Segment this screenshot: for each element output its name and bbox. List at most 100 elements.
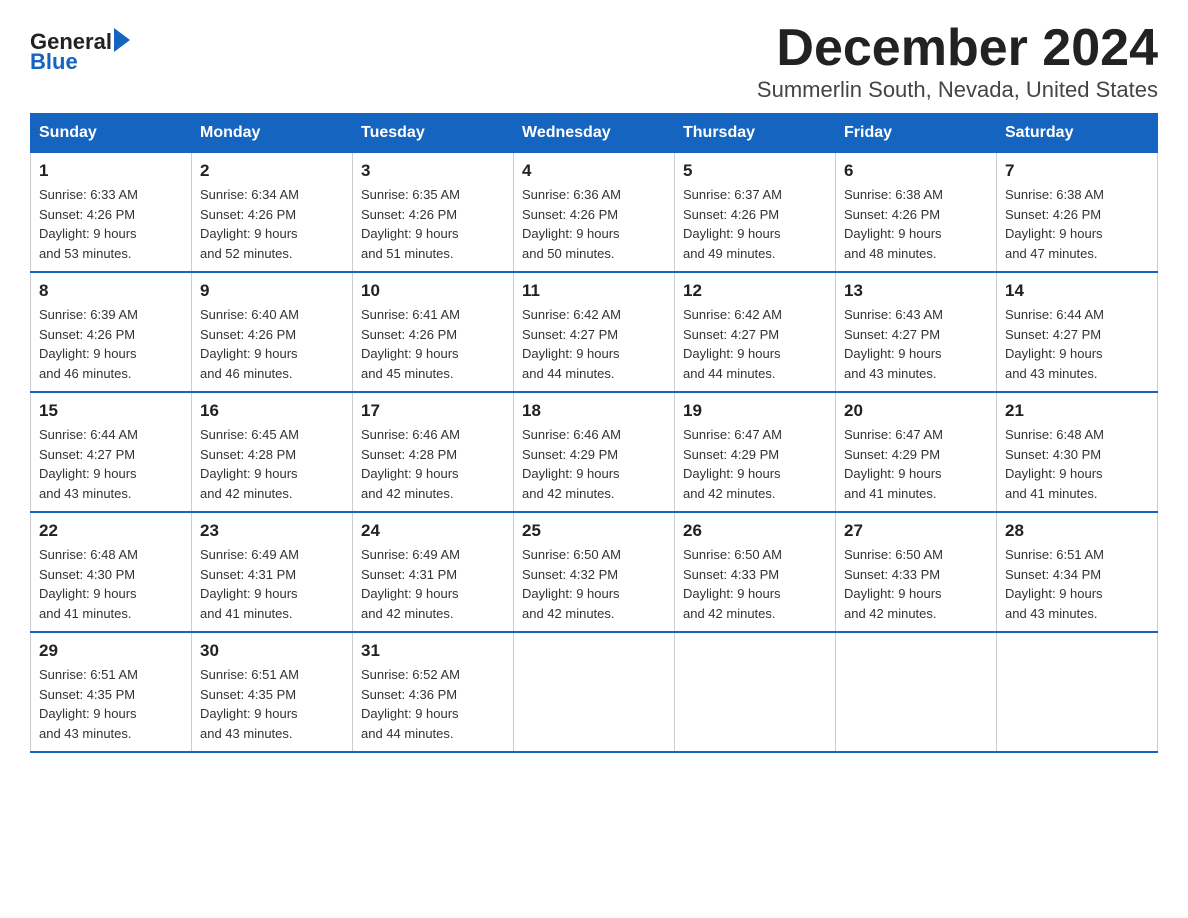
weekday-header-wednesday: Wednesday xyxy=(514,114,675,153)
day-number: 17 xyxy=(361,401,505,421)
weekday-header-thursday: Thursday xyxy=(675,114,836,153)
day-info: Sunrise: 6:35 AMSunset: 4:26 PMDaylight:… xyxy=(361,187,460,261)
weekday-header-friday: Friday xyxy=(836,114,997,153)
day-number: 21 xyxy=(1005,401,1149,421)
day-number: 22 xyxy=(39,521,183,541)
calendar-cell: 5 Sunrise: 6:37 AMSunset: 4:26 PMDayligh… xyxy=(675,153,836,273)
day-info: Sunrise: 6:50 AMSunset: 4:33 PMDaylight:… xyxy=(683,547,782,621)
calendar-cell: 24 Sunrise: 6:49 AMSunset: 4:31 PMDaylig… xyxy=(353,512,514,632)
day-number: 11 xyxy=(522,281,666,301)
day-number: 3 xyxy=(361,161,505,181)
calendar-week-3: 15 Sunrise: 6:44 AMSunset: 4:27 PMDaylig… xyxy=(31,392,1158,512)
day-number: 20 xyxy=(844,401,988,421)
calendar-cell: 29 Sunrise: 6:51 AMSunset: 4:35 PMDaylig… xyxy=(31,632,192,752)
calendar-cell: 6 Sunrise: 6:38 AMSunset: 4:26 PMDayligh… xyxy=(836,153,997,273)
day-info: Sunrise: 6:50 AMSunset: 4:33 PMDaylight:… xyxy=(844,547,943,621)
day-info: Sunrise: 6:51 AMSunset: 4:34 PMDaylight:… xyxy=(1005,547,1104,621)
day-number: 24 xyxy=(361,521,505,541)
calendar-cell: 4 Sunrise: 6:36 AMSunset: 4:26 PMDayligh… xyxy=(514,153,675,273)
day-number: 7 xyxy=(1005,161,1149,181)
day-info: Sunrise: 6:45 AMSunset: 4:28 PMDaylight:… xyxy=(200,427,299,501)
weekday-header-tuesday: Tuesday xyxy=(353,114,514,153)
day-info: Sunrise: 6:44 AMSunset: 4:27 PMDaylight:… xyxy=(39,427,138,501)
day-info: Sunrise: 6:42 AMSunset: 4:27 PMDaylight:… xyxy=(522,307,621,381)
day-info: Sunrise: 6:47 AMSunset: 4:29 PMDaylight:… xyxy=(683,427,782,501)
day-number: 19 xyxy=(683,401,827,421)
day-number: 2 xyxy=(200,161,344,181)
day-number: 8 xyxy=(39,281,183,301)
title-block: December 2024 Summerlin South, Nevada, U… xyxy=(757,20,1158,103)
logo-blue: Blue xyxy=(30,50,78,74)
day-info: Sunrise: 6:49 AMSunset: 4:31 PMDaylight:… xyxy=(361,547,460,621)
weekday-header-saturday: Saturday xyxy=(997,114,1158,153)
calendar-cell: 15 Sunrise: 6:44 AMSunset: 4:27 PMDaylig… xyxy=(31,392,192,512)
calendar-cell: 3 Sunrise: 6:35 AMSunset: 4:26 PMDayligh… xyxy=(353,153,514,273)
calendar-cell xyxy=(514,632,675,752)
calendar-cell xyxy=(997,632,1158,752)
calendar-cell xyxy=(836,632,997,752)
weekday-header-monday: Monday xyxy=(192,114,353,153)
calendar-cell: 12 Sunrise: 6:42 AMSunset: 4:27 PMDaylig… xyxy=(675,272,836,392)
day-info: Sunrise: 6:39 AMSunset: 4:26 PMDaylight:… xyxy=(39,307,138,381)
page-title: December 2024 xyxy=(757,20,1158,77)
day-info: Sunrise: 6:38 AMSunset: 4:26 PMDaylight:… xyxy=(844,187,943,261)
day-number: 27 xyxy=(844,521,988,541)
day-info: Sunrise: 6:34 AMSunset: 4:26 PMDaylight:… xyxy=(200,187,299,261)
calendar-cell: 17 Sunrise: 6:46 AMSunset: 4:28 PMDaylig… xyxy=(353,392,514,512)
day-number: 9 xyxy=(200,281,344,301)
calendar-week-4: 22 Sunrise: 6:48 AMSunset: 4:30 PMDaylig… xyxy=(31,512,1158,632)
calendar-week-1: 1 Sunrise: 6:33 AMSunset: 4:26 PMDayligh… xyxy=(31,153,1158,273)
calendar-cell: 30 Sunrise: 6:51 AMSunset: 4:35 PMDaylig… xyxy=(192,632,353,752)
day-number: 12 xyxy=(683,281,827,301)
day-number: 26 xyxy=(683,521,827,541)
day-number: 4 xyxy=(522,161,666,181)
day-number: 16 xyxy=(200,401,344,421)
calendar-cell xyxy=(675,632,836,752)
day-info: Sunrise: 6:47 AMSunset: 4:29 PMDaylight:… xyxy=(844,427,943,501)
day-info: Sunrise: 6:46 AMSunset: 4:28 PMDaylight:… xyxy=(361,427,460,501)
day-info: Sunrise: 6:43 AMSunset: 4:27 PMDaylight:… xyxy=(844,307,943,381)
calendar-cell: 2 Sunrise: 6:34 AMSunset: 4:26 PMDayligh… xyxy=(192,153,353,273)
calendar-cell: 18 Sunrise: 6:46 AMSunset: 4:29 PMDaylig… xyxy=(514,392,675,512)
calendar-cell: 11 Sunrise: 6:42 AMSunset: 4:27 PMDaylig… xyxy=(514,272,675,392)
logo: General Blue xyxy=(30,30,130,74)
calendar-header: SundayMondayTuesdayWednesdayThursdayFrid… xyxy=(31,114,1158,153)
day-number: 5 xyxy=(683,161,827,181)
day-info: Sunrise: 6:48 AMSunset: 4:30 PMDaylight:… xyxy=(1005,427,1104,501)
page-header: General Blue December 2024 Summerlin Sou… xyxy=(30,20,1158,103)
calendar-cell: 7 Sunrise: 6:38 AMSunset: 4:26 PMDayligh… xyxy=(997,153,1158,273)
day-info: Sunrise: 6:44 AMSunset: 4:27 PMDaylight:… xyxy=(1005,307,1104,381)
day-number: 31 xyxy=(361,641,505,661)
day-info: Sunrise: 6:37 AMSunset: 4:26 PMDaylight:… xyxy=(683,187,782,261)
day-number: 28 xyxy=(1005,521,1149,541)
day-info: Sunrise: 6:33 AMSunset: 4:26 PMDaylight:… xyxy=(39,187,138,261)
day-info: Sunrise: 6:40 AMSunset: 4:26 PMDaylight:… xyxy=(200,307,299,381)
calendar-cell: 31 Sunrise: 6:52 AMSunset: 4:36 PMDaylig… xyxy=(353,632,514,752)
calendar-cell: 1 Sunrise: 6:33 AMSunset: 4:26 PMDayligh… xyxy=(31,153,192,273)
calendar-cell: 13 Sunrise: 6:43 AMSunset: 4:27 PMDaylig… xyxy=(836,272,997,392)
day-number: 15 xyxy=(39,401,183,421)
day-number: 29 xyxy=(39,641,183,661)
day-number: 6 xyxy=(844,161,988,181)
day-info: Sunrise: 6:51 AMSunset: 4:35 PMDaylight:… xyxy=(200,667,299,741)
calendar-cell: 19 Sunrise: 6:47 AMSunset: 4:29 PMDaylig… xyxy=(675,392,836,512)
calendar-cell: 23 Sunrise: 6:49 AMSunset: 4:31 PMDaylig… xyxy=(192,512,353,632)
calendar-cell: 26 Sunrise: 6:50 AMSunset: 4:33 PMDaylig… xyxy=(675,512,836,632)
day-info: Sunrise: 6:46 AMSunset: 4:29 PMDaylight:… xyxy=(522,427,621,501)
day-info: Sunrise: 6:50 AMSunset: 4:32 PMDaylight:… xyxy=(522,547,621,621)
calendar-cell: 27 Sunrise: 6:50 AMSunset: 4:33 PMDaylig… xyxy=(836,512,997,632)
calendar-cell: 14 Sunrise: 6:44 AMSunset: 4:27 PMDaylig… xyxy=(997,272,1158,392)
day-number: 1 xyxy=(39,161,183,181)
day-number: 14 xyxy=(1005,281,1149,301)
day-info: Sunrise: 6:41 AMSunset: 4:26 PMDaylight:… xyxy=(361,307,460,381)
day-number: 18 xyxy=(522,401,666,421)
calendar-cell: 25 Sunrise: 6:50 AMSunset: 4:32 PMDaylig… xyxy=(514,512,675,632)
day-number: 10 xyxy=(361,281,505,301)
day-number: 30 xyxy=(200,641,344,661)
calendar-cell: 9 Sunrise: 6:40 AMSunset: 4:26 PMDayligh… xyxy=(192,272,353,392)
day-info: Sunrise: 6:52 AMSunset: 4:36 PMDaylight:… xyxy=(361,667,460,741)
calendar-cell: 21 Sunrise: 6:48 AMSunset: 4:30 PMDaylig… xyxy=(997,392,1158,512)
day-info: Sunrise: 6:38 AMSunset: 4:26 PMDaylight:… xyxy=(1005,187,1104,261)
day-info: Sunrise: 6:36 AMSunset: 4:26 PMDaylight:… xyxy=(522,187,621,261)
page-subtitle: Summerlin South, Nevada, United States xyxy=(757,77,1158,103)
